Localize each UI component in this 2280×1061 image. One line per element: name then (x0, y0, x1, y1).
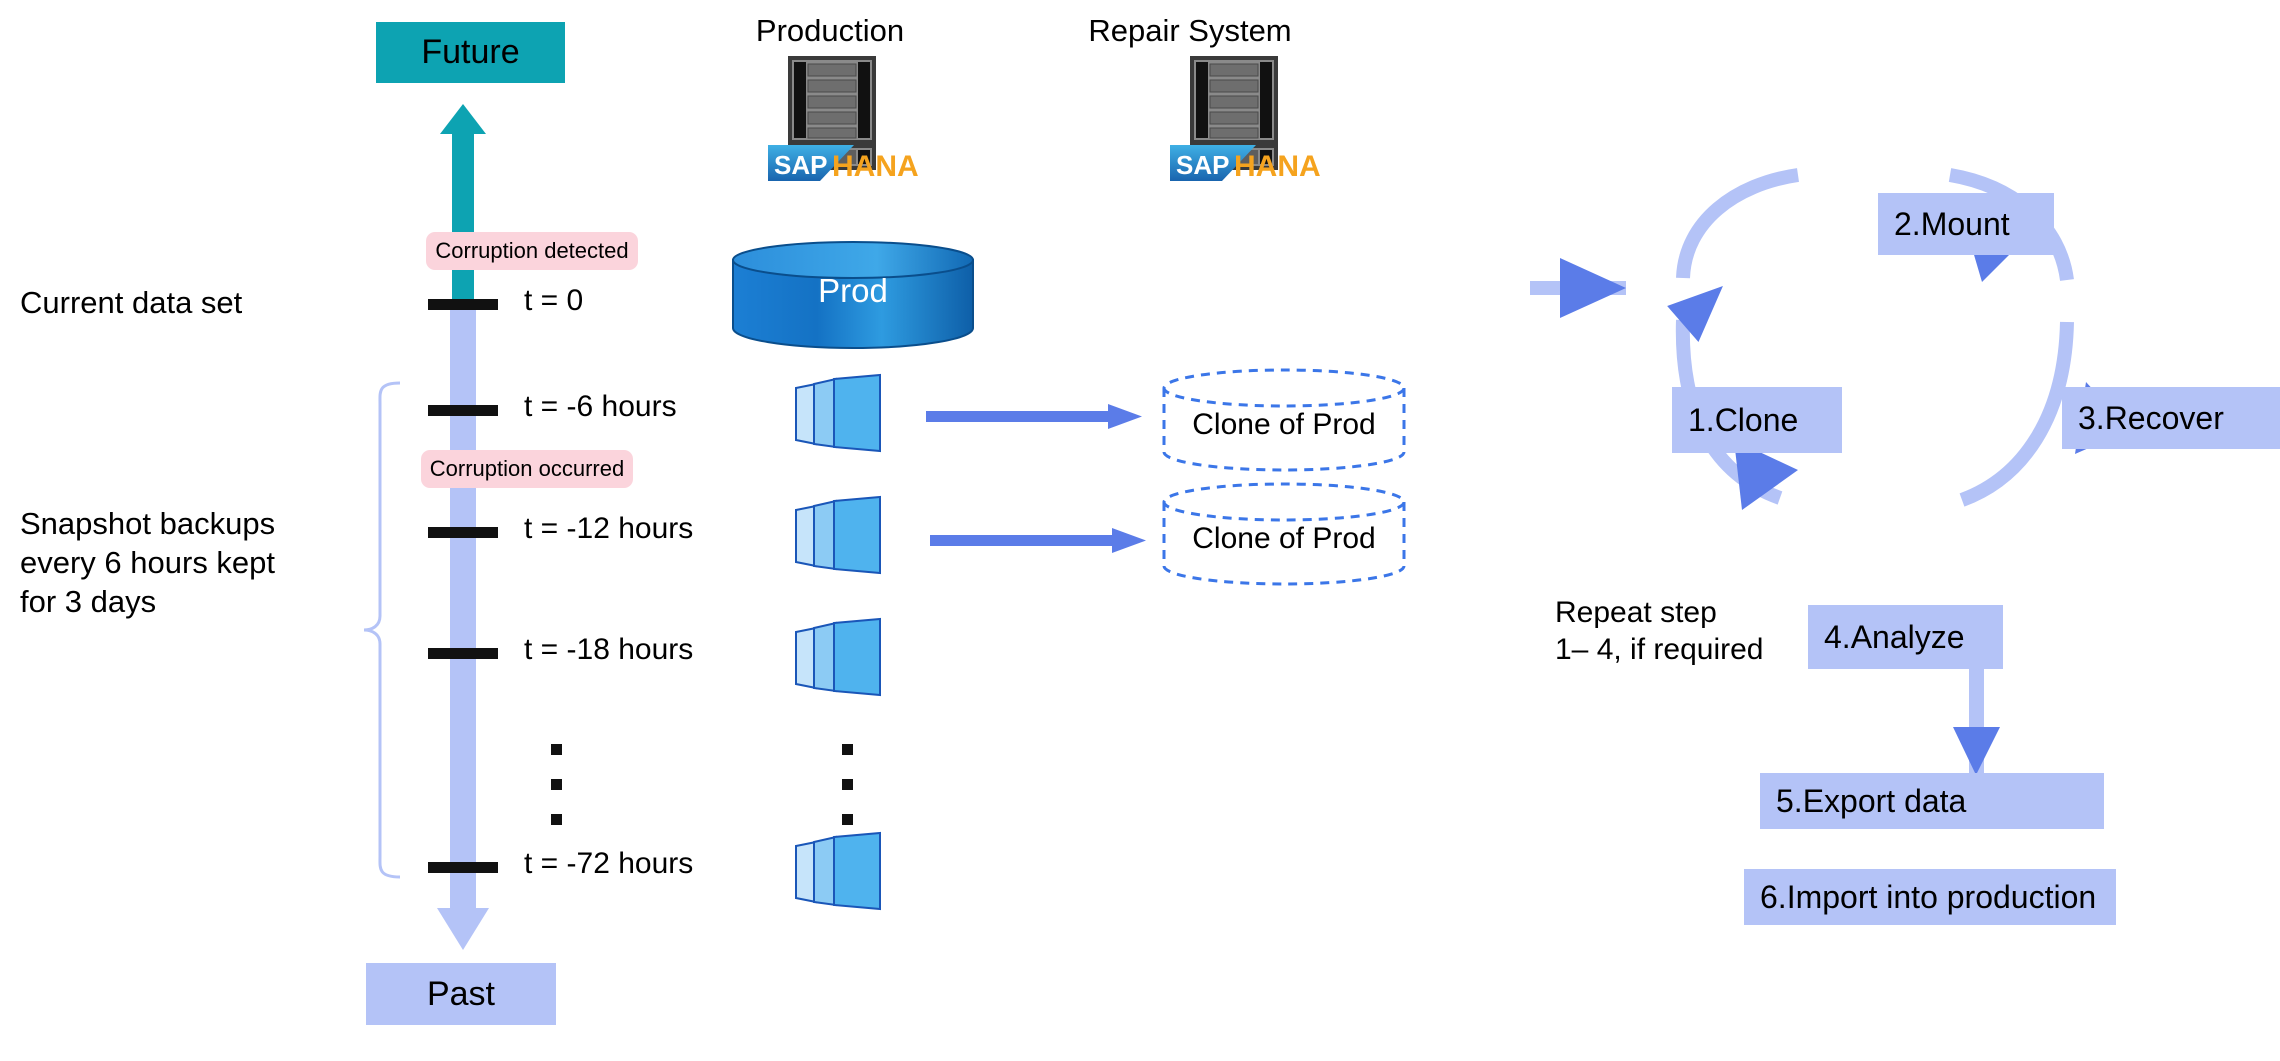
retention-brace (338, 380, 408, 880)
retention-note: Snapshot backups every 6 hours kept for … (20, 506, 276, 619)
repair-system-title: Repair System (1088, 13, 1292, 48)
tick-label-t0: t = 0 (524, 284, 584, 317)
clone-of-prod-cylinder-1: Clone of Prod (1160, 366, 1408, 476)
tick-t-6 (428, 405, 498, 416)
svg-text:HANA: HANA (1234, 150, 1321, 183)
svg-text:SAP: SAP (1176, 150, 1229, 180)
process-step-2-mount[interactable]: 2.Mount (1878, 193, 2054, 255)
process-step-4-analyze[interactable]: 4.Analyze (1808, 605, 2003, 669)
tick-label-t-12: t = -12 hours (524, 512, 694, 545)
past-box: Past (366, 963, 556, 1025)
clone-arrow-2 (930, 526, 1150, 556)
svg-text:HANA: HANA (832, 150, 919, 183)
tick-t-72 (428, 862, 498, 873)
event-corruption-occurred: Corruption occurred (421, 450, 633, 488)
process-step-5-export-data[interactable]: 5.Export data (1760, 773, 2104, 829)
repeat-step-note: Repeat step 1– 4, if required (1555, 596, 1764, 666)
event-corruption-detected: Corruption detected (426, 232, 638, 270)
process-step-3-recover[interactable]: 3.Recover (2062, 387, 2280, 449)
current-data-set-note: Current data set (20, 285, 243, 320)
snapshot-icon-t-18 (792, 617, 884, 697)
clone-of-prod-cylinder-2: Clone of Prod (1160, 480, 1408, 590)
tick-t-18 (428, 648, 498, 659)
tick-t0 (428, 299, 498, 310)
svg-text:SAP: SAP (774, 150, 827, 180)
clone-label-1: Clone of Prod (1192, 408, 1375, 441)
tick-label-t-18: t = -18 hours (524, 633, 694, 666)
timeline-ellipsis (551, 744, 563, 849)
prod-database-cylinder: Prod (730, 240, 976, 350)
sap-hana-logo-repair: SAP HANA (1170, 143, 1330, 183)
tick-label-t-72: t = -72 hours (524, 847, 694, 880)
tick-t-12 (428, 527, 498, 538)
timeline-past-shaft (450, 300, 476, 913)
timeline-future-shaft (452, 128, 474, 303)
snapshot-icon-t-72 (792, 831, 884, 911)
sap-hana-logo-production: SAP HANA (768, 143, 928, 183)
production-title: Production (755, 13, 905, 48)
prod-db-label: Prod (818, 272, 888, 309)
clone-label-2: Clone of Prod (1192, 522, 1375, 555)
clone-arrow-1 (926, 402, 1146, 432)
process-step-1-clone[interactable]: 1.Clone (1672, 387, 1842, 453)
timeline-past-arrowhead (437, 908, 489, 950)
process-step-6-import-into-production[interactable]: 6.Import into production (1744, 869, 2116, 925)
tick-label-t-6: t = -6 hours (524, 390, 677, 423)
future-box: Future (376, 22, 565, 83)
snapshot-icon-t-6 (792, 373, 884, 453)
analyze-to-export-arrow (1942, 667, 2012, 777)
snapshot-icon-t-12 (792, 495, 884, 575)
